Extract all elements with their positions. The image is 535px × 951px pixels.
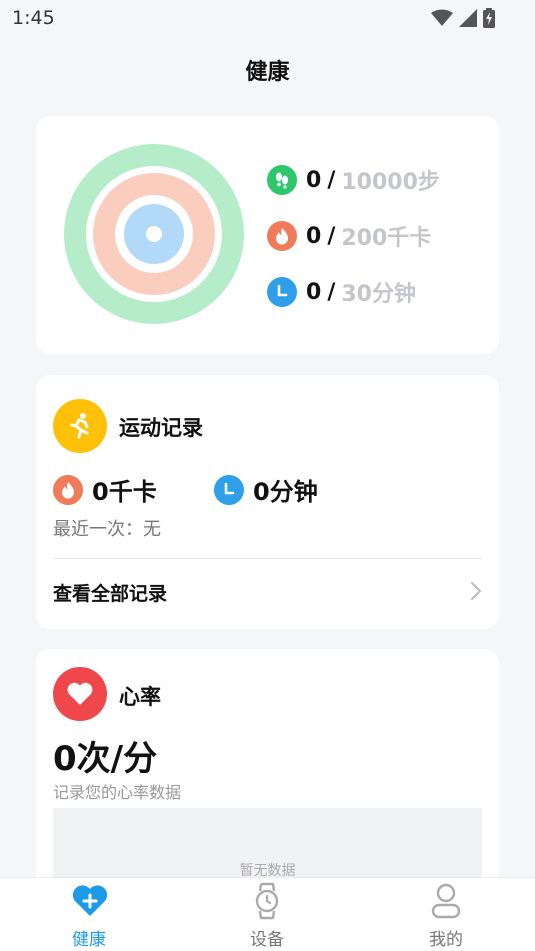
tab-mine-label: 我的 — [429, 930, 463, 950]
activity-rings-card[interactable]: 0 / 10000步 0 / 200千卡 0 / 30分钟 — [36, 116, 499, 354]
wifi-icon — [431, 9, 453, 26]
view-all-records-label: 查看全部记录 — [53, 583, 168, 605]
status-bar: 1:45 — [0, 0, 535, 36]
ring-center-dot — [146, 226, 162, 242]
chevron-right-icon — [471, 582, 481, 600]
tab-device[interactable]: 设备 — [207, 878, 327, 951]
heart-rate-value: 0次/分 — [53, 739, 158, 779]
bottom-tab-bar: 健康 设备 我的 — [0, 877, 535, 951]
exercise-record-title: 运动记录 — [119, 416, 203, 440]
status-time: 1:45 — [12, 7, 55, 29]
tab-device-label: 设备 — [250, 930, 284, 950]
heart-icon — [53, 667, 107, 721]
clock-icon — [267, 277, 297, 307]
tab-health-label: 健康 — [72, 930, 106, 950]
exercise-duration: 0分钟 — [214, 472, 318, 507]
heart-rate-title: 心率 — [119, 685, 161, 709]
calories-separator: / — [327, 223, 336, 249]
person-icon — [431, 883, 461, 919]
exercise-record-card[interactable]: 运动记录 0千卡 0分钟 最近一次：无 查看全部记录 — [36, 375, 499, 629]
steps-goal: 10000步 — [341, 170, 440, 195]
status-icons — [431, 8, 495, 28]
footprints-icon — [267, 165, 297, 195]
flame-icon — [267, 221, 297, 251]
calories-value: 0 — [306, 223, 322, 249]
steps-value: 0 — [306, 167, 322, 193]
duration-separator: / — [327, 279, 336, 305]
tab-health[interactable]: 健康 — [29, 878, 149, 951]
exercise-calories-value: 0千卡 — [92, 478, 157, 506]
flame-icon — [53, 474, 83, 505]
steps-stat: 0 / 10000步 — [267, 164, 440, 196]
duration-stat: 0 / 30分钟 — [267, 276, 416, 308]
cellular-signal-icon — [459, 9, 477, 27]
exercise-duration-value: 0分钟 — [253, 478, 318, 506]
page-title: 健康 — [245, 60, 290, 85]
duration-value: 0 — [306, 279, 322, 305]
last-exercise-time: 最近一次：无 — [53, 519, 161, 540]
battery-charging-icon — [483, 8, 495, 28]
calories-stat: 0 / 200千卡 — [267, 220, 431, 252]
heart-plus-icon — [72, 885, 108, 916]
duration-goal: 30分钟 — [341, 282, 416, 307]
activity-rings — [64, 144, 244, 324]
calories-goal: 200千卡 — [341, 226, 432, 251]
watch-icon — [255, 882, 279, 920]
view-all-records-button[interactable]: 查看全部记录 — [36, 559, 499, 629]
tab-mine[interactable]: 我的 — [386, 878, 506, 951]
steps-separator: / — [327, 167, 336, 193]
heart-rate-card[interactable]: 心率 0次/分 记录您的心率数据 暂无数据 — [36, 649, 499, 909]
clock-icon — [214, 474, 244, 505]
running-icon — [53, 399, 107, 453]
heart-rate-subtitle: 记录您的心率数据 — [53, 783, 182, 802]
exercise-calories: 0千卡 — [53, 472, 157, 507]
